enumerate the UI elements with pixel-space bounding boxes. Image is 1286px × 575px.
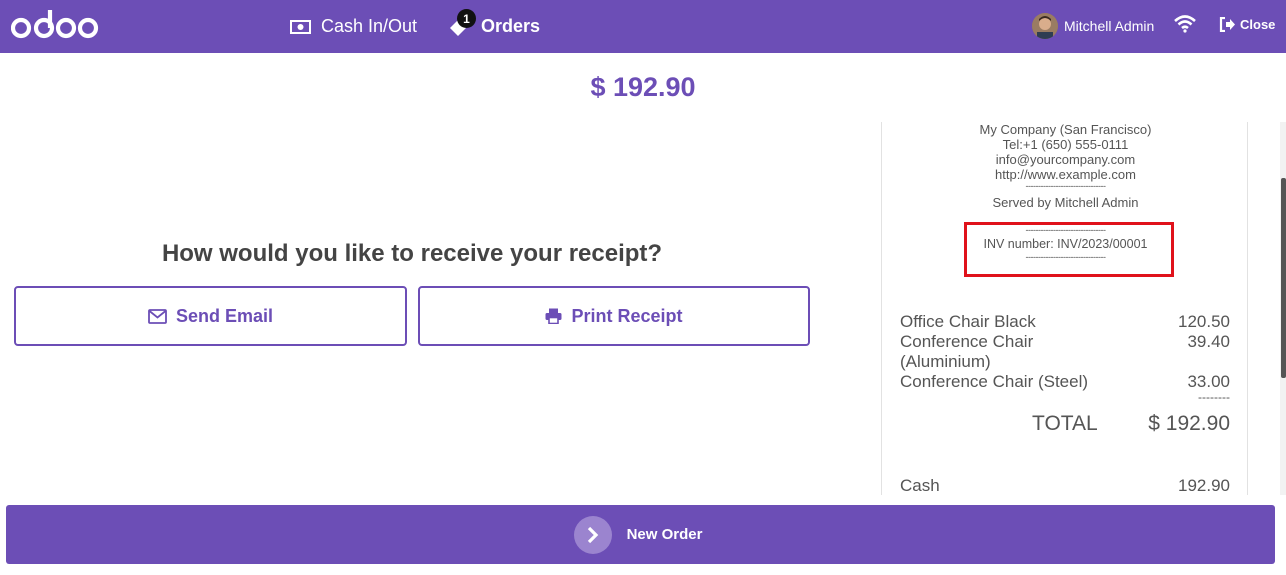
- user-menu[interactable]: Mitchell Admin: [1032, 13, 1154, 39]
- chevron-right-icon: [573, 515, 612, 554]
- cash-icon: [290, 19, 311, 34]
- send-email-label: Send Email: [175, 305, 274, 326]
- printer-icon: [545, 308, 562, 324]
- wifi-icon: [1174, 15, 1196, 33]
- payment-label: Cash: [900, 476, 940, 495]
- receipt-preview: My Company (San Francisco) Tel:+1 (650) …: [881, 122, 1248, 495]
- odoo-logo: [11, 10, 99, 39]
- receipt-tel: Tel:+1 (650) 555-0111: [1002, 137, 1129, 152]
- receipt-company: My Company (San Francisco): [979, 122, 1152, 137]
- print-receipt-label: Print Receipt: [571, 305, 683, 326]
- top-bar: Cash In/Out Orders 1 Mitchell Admin Clos…: [0, 0, 1286, 53]
- receipt-website: http://www.example.com: [995, 167, 1136, 182]
- send-email-button[interactable]: Send Email: [14, 286, 407, 346]
- print-receipt-button[interactable]: Print Receipt: [418, 286, 810, 346]
- invoice-highlight-box: [964, 222, 1174, 277]
- orders-count-badge: 1: [457, 9, 476, 28]
- receipt-line: Office Chair Black 120.50: [900, 312, 1230, 332]
- sign-out-icon: [1219, 17, 1235, 32]
- total-value: $ 192.90: [1148, 412, 1230, 435]
- new-order-button[interactable]: New Order: [6, 505, 1275, 564]
- nav-cash-in-out[interactable]: Cash In/Out: [290, 0, 417, 53]
- envelope-icon: [148, 308, 167, 324]
- receipt-lines: Office Chair Black 120.50 Conference Cha…: [900, 312, 1230, 404]
- receipt-header: My Company (San Francisco) Tel:+1 (650) …: [882, 122, 1247, 210]
- line-price: 39.40: [1187, 332, 1230, 351]
- receipt-total: TOTAL $ 192.90: [1032, 412, 1230, 436]
- new-order-label: New Order: [626, 526, 703, 543]
- total-label: TOTAL: [1032, 412, 1098, 435]
- nav-orders-label: Orders: [481, 16, 541, 36]
- scrollbar-thumb[interactable]: [1281, 178, 1286, 378]
- receipt-line: Conference Chair (Aluminium) 39.40: [900, 332, 1230, 372]
- receipt-served-by: Served by Mitchell Admin: [992, 195, 1139, 210]
- user-name: Mitchell Admin: [1064, 18, 1155, 34]
- receipt-email: info@yourcompany.com: [995, 152, 1136, 167]
- line-product: Conference Chair (Aluminium): [900, 332, 1034, 371]
- receipt-line: Conference Chair (Steel) 33.00: [900, 372, 1230, 392]
- close-label: Close: [1240, 17, 1276, 32]
- receipt-separator: --------------------------------: [1025, 181, 1106, 191]
- nav-cash-label: Cash In/Out: [321, 16, 418, 36]
- close-button[interactable]: Close: [1219, 17, 1275, 32]
- line-price: 33.00: [1187, 372, 1230, 391]
- payment-value: 192.90: [1178, 476, 1230, 495]
- avatar: [1032, 13, 1058, 39]
- receipt-payment: Cash 192.90: [900, 476, 1230, 495]
- total-amount: $ 192.90: [590, 72, 696, 102]
- line-price: 120.50: [1178, 312, 1230, 331]
- line-product: Office Chair Black: [900, 312, 1036, 331]
- receipt-question: How would you like to receive your recei…: [161, 240, 663, 267]
- lines-separator: --------: [1198, 390, 1230, 404]
- line-product: Conference Chair (Steel): [900, 372, 1089, 391]
